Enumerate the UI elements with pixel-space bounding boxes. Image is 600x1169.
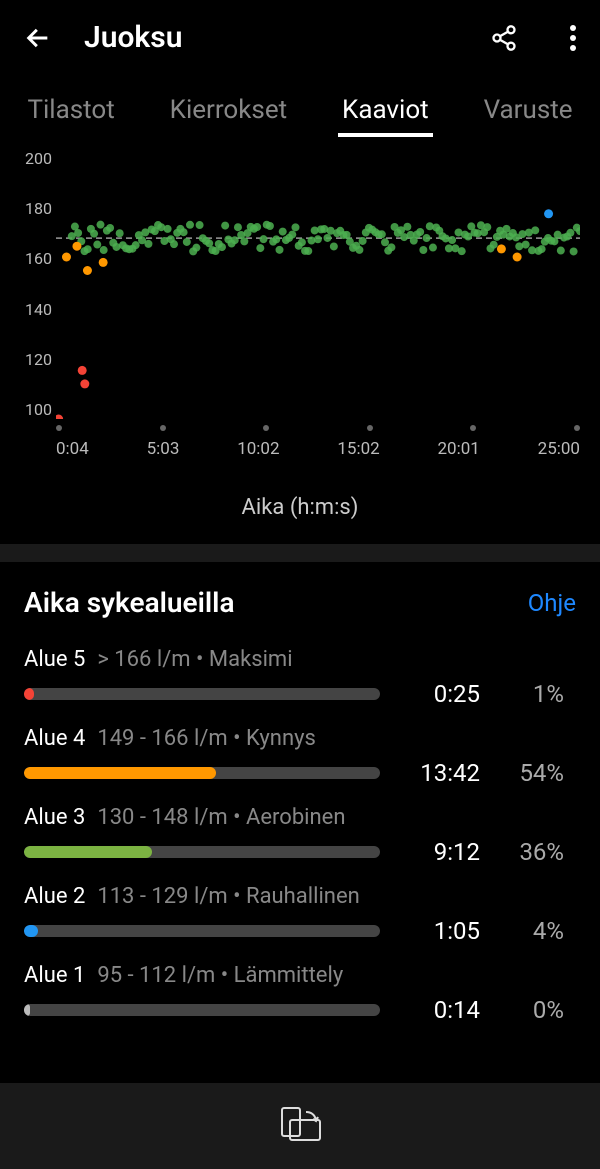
more-vertical-icon[interactable] bbox=[570, 24, 576, 52]
x-tick: 10:02 bbox=[237, 439, 279, 459]
page-title: Juoksu bbox=[84, 20, 458, 55]
help-link[interactable]: Ohje bbox=[528, 589, 576, 617]
zone-info: Alue 2 113 - 129 l/m • Rauhallinen bbox=[24, 884, 576, 909]
zone-desc: > 166 l/m • Maksimi bbox=[97, 647, 292, 672]
zone-bar-row: 0:25 1% bbox=[24, 680, 576, 708]
zone-row[interactable]: Alue 4 149 - 166 l/m • Kynnys 13:42 54% bbox=[24, 726, 576, 787]
zone-name: Alue 2 bbox=[24, 884, 85, 909]
share-icon[interactable] bbox=[490, 24, 518, 52]
zone-time: 9:12 bbox=[400, 838, 480, 866]
zone-time: 1:05 bbox=[400, 917, 480, 945]
zone-desc: 130 - 148 l/m • Aerobinen bbox=[97, 805, 345, 830]
zone-pct: 1% bbox=[500, 680, 564, 708]
zone-bar-track bbox=[24, 925, 380, 937]
zone-bar-row: 0:14 0% bbox=[24, 996, 576, 1024]
zone-desc: 113 - 129 l/m • Rauhallinen bbox=[97, 884, 359, 909]
zone-desc: 149 - 166 l/m • Kynnys bbox=[97, 726, 316, 751]
zone-bar-fill bbox=[24, 846, 152, 858]
zone-bar-track bbox=[24, 688, 380, 700]
bottom-bar bbox=[0, 1083, 600, 1169]
x-tick: 5:03 bbox=[147, 439, 180, 459]
chart-area: 200 180 160 140 120 100 0:04 5:03 10:02 15:02 20:… bbox=[0, 149, 600, 459]
zone-bar-track bbox=[24, 846, 380, 858]
x-dot bbox=[263, 425, 269, 431]
zone-row[interactable]: Alue 1 95 - 112 l/m • Lämmittely 0:14 0% bbox=[24, 963, 576, 1024]
zone-info: Alue 5 > 166 l/m • Maksimi bbox=[24, 647, 576, 672]
x-dot bbox=[574, 425, 580, 431]
x-dot bbox=[367, 425, 373, 431]
rotate-screen-icon[interactable] bbox=[276, 1106, 324, 1146]
y-tick: 160 bbox=[20, 249, 52, 268]
chart-x-label: Aika (h:m:s) bbox=[0, 495, 600, 520]
zone-bar-row: 13:42 54% bbox=[24, 759, 576, 787]
zones-title: Aika sykealueilla bbox=[24, 586, 234, 619]
zone-row[interactable]: Alue 3 130 - 148 l/m • Aerobinen 9:12 36… bbox=[24, 805, 576, 866]
header: Juoksu bbox=[0, 0, 600, 75]
y-tick: 120 bbox=[20, 350, 52, 369]
zone-bar-track bbox=[24, 767, 380, 779]
zone-info: Alue 3 130 - 148 l/m • Aerobinen bbox=[24, 805, 576, 830]
x-dot bbox=[56, 425, 62, 431]
zone-bar-fill bbox=[24, 1004, 30, 1016]
zones-section: Aika sykealueilla Ohje Alue 5 > 166 l/m … bbox=[0, 562, 600, 1052]
x-dot bbox=[470, 425, 476, 431]
zones-header: Aika sykealueilla Ohje bbox=[24, 586, 576, 619]
tab-0[interactable]: Tilastot bbox=[23, 87, 118, 137]
zone-info: Alue 4 149 - 166 l/m • Kynnys bbox=[24, 726, 576, 751]
zone-bar-fill bbox=[24, 925, 38, 937]
tab-2[interactable]: Kaaviot bbox=[338, 87, 433, 137]
x-dot bbox=[160, 425, 166, 431]
zone-row[interactable]: Alue 5 > 166 l/m • Maksimi 0:25 1% bbox=[24, 647, 576, 708]
y-tick: 140 bbox=[20, 300, 52, 319]
zone-time: 0:25 bbox=[400, 680, 480, 708]
chart-y-axis: 200 180 160 140 120 100 bbox=[20, 149, 52, 419]
zone-bar-row: 1:05 4% bbox=[24, 917, 576, 945]
chart-canvas bbox=[56, 149, 580, 419]
back-icon[interactable] bbox=[24, 24, 52, 52]
chart-x-dots bbox=[56, 425, 580, 431]
zone-row[interactable]: Alue 2 113 - 129 l/m • Rauhallinen 1:05 … bbox=[24, 884, 576, 945]
zone-name: Alue 1 bbox=[24, 963, 85, 988]
chart-x-axis: 0:04 5:03 10:02 15:02 20:01 25:00 bbox=[56, 439, 580, 459]
zone-bar-track bbox=[24, 1004, 380, 1016]
tabs: Tilastot Kierrokset Kaaviot Varuste bbox=[0, 75, 600, 149]
zone-pct: 36% bbox=[500, 838, 564, 866]
y-tick: 200 bbox=[20, 149, 52, 168]
zone-info: Alue 1 95 - 112 l/m • Lämmittely bbox=[24, 963, 576, 988]
zone-bar-row: 9:12 36% bbox=[24, 838, 576, 866]
zone-time: 0:14 bbox=[400, 996, 480, 1024]
y-tick: 180 bbox=[20, 199, 52, 218]
x-tick: 0:04 bbox=[56, 439, 89, 459]
zone-pct: 0% bbox=[500, 996, 564, 1024]
zone-name: Alue 3 bbox=[24, 805, 85, 830]
x-tick: 20:01 bbox=[438, 439, 480, 459]
tab-1[interactable]: Kierrokset bbox=[166, 87, 292, 137]
zone-pct: 4% bbox=[500, 917, 564, 945]
x-tick: 15:02 bbox=[337, 439, 379, 459]
zone-time: 13:42 bbox=[400, 759, 480, 787]
tab-3[interactable]: Varuste bbox=[480, 87, 577, 137]
zone-name: Alue 4 bbox=[24, 726, 85, 751]
zone-bar-fill bbox=[24, 688, 34, 700]
zone-name: Alue 5 bbox=[24, 647, 85, 672]
zone-desc: 95 - 112 l/m • Lämmittely bbox=[97, 963, 343, 988]
y-tick: 100 bbox=[20, 400, 52, 419]
x-tick: 25:00 bbox=[538, 439, 580, 459]
section-divider bbox=[0, 544, 600, 562]
zone-bar-fill bbox=[24, 767, 216, 779]
zone-pct: 54% bbox=[500, 759, 564, 787]
